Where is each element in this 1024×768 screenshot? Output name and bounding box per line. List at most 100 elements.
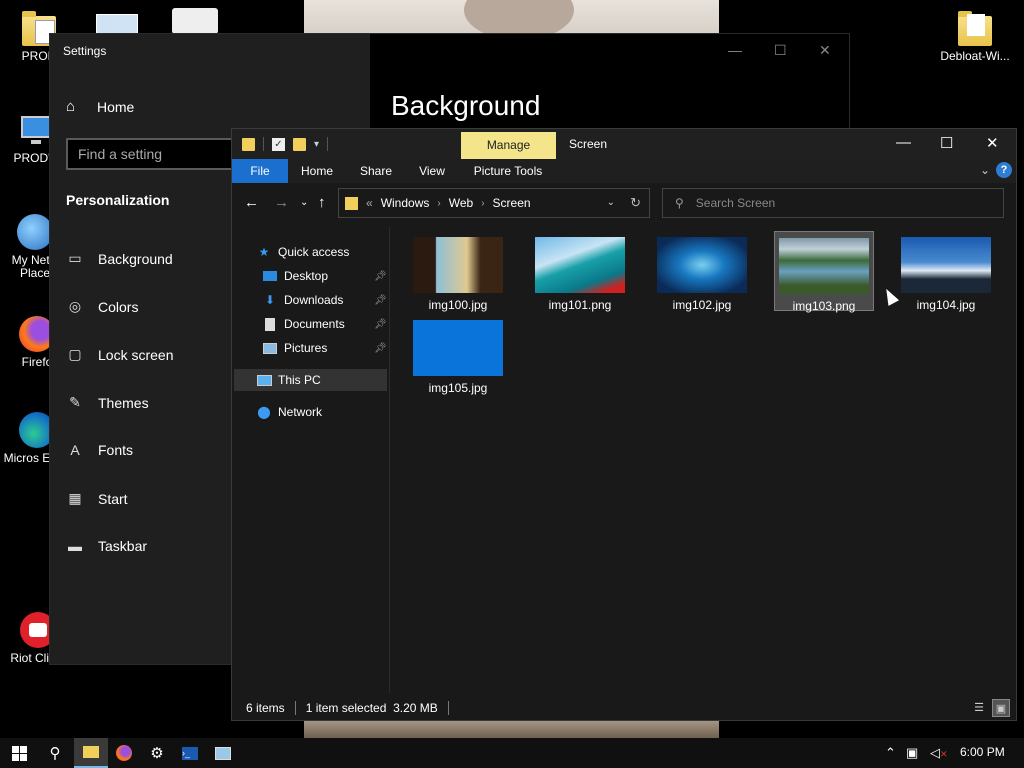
settings-nav-start[interactable]: ▦ Start [66,490,127,507]
navigation-pane: ★ Quick access Desktop 📌︎ ⬇ Downloads 📌︎ D… [232,227,390,693]
file-item[interactable]: img104.jpg [896,231,996,312]
nav-pictures[interactable]: Pictures 📌︎ [262,337,387,359]
settings-nav-colors[interactable]: ◎ Colors [66,298,139,315]
start-icon: ▦ [68,490,82,506]
new-folder-icon[interactable] [293,137,306,151]
taskbar-powershell[interactable]: ›_ [173,738,207,768]
explorer-maximize-button[interactable]: ☐ [940,134,953,152]
taskbar-firefox[interactable] [107,738,141,768]
up-button[interactable]: ↑ [318,194,326,211]
file-item-selected[interactable]: img103.png [774,231,874,313]
nav-documents[interactable]: Documents 📌︎ [262,313,387,335]
show-hidden-icons-chevron-icon[interactable]: ⌃ [885,745,896,761]
pin-icon[interactable]: 📌︎ [374,343,387,354]
breadcrumb-web[interactable]: Web [449,196,473,210]
file-item[interactable]: img101.png [530,231,630,312]
control-panel-icon [215,746,231,760]
back-button[interactable]: ← [244,194,259,211]
start-button[interactable] [2,738,36,768]
taskbar: ⚲ ⚙ ›_ ⌃ ▣ ◁✕ 6:00 PM [0,738,1024,768]
network-places-icon [17,214,53,250]
settings-home[interactable]: ⌂ Home [66,98,134,115]
navigation-bar: ← → ⌄ ↑ « Windows › Web › Screen ⌄ ↻ ⚲ S… [232,183,1016,223]
tab-picture-tools[interactable]: Picture Tools [468,159,548,183]
item-count: 6 items [246,701,285,715]
help-icon[interactable]: ? [996,162,1012,178]
properties-icon[interactable]: ✓ [272,137,285,151]
breadcrumb-windows[interactable]: Windows [381,196,430,210]
star-icon: ★ [258,245,270,259]
refresh-icon[interactable]: ↻ [630,195,641,211]
taskbar-settings[interactable]: ⚙ [140,738,174,768]
tab-file[interactable]: File [232,159,288,183]
folder-icon [242,137,255,151]
picture-icon: ▭ [68,250,82,266]
manage-context-tab[interactable]: Manage [461,132,556,159]
taskbar-icon: ▬ [68,538,82,554]
nav-this-pc[interactable]: This PC [234,369,387,391]
settings-nav-background[interactable]: ▭ Background [66,250,172,267]
search-button[interactable]: ⚲ [38,738,72,768]
expand-ribbon-icon[interactable]: ⌄ [980,163,990,177]
taskbar-control-panel[interactable] [206,738,240,768]
settings-close-button[interactable]: ✕ [819,42,831,59]
address-bar[interactable]: « Windows › Web › Screen ⌄ ↻ [338,188,650,218]
image-thumbnail [413,320,503,376]
tab-share[interactable]: Share [352,159,400,183]
documents-icon [262,317,278,331]
nav-network[interactable]: ⬤ Network [256,401,322,423]
taskbar-file-explorer[interactable] [74,738,108,768]
tab-home[interactable]: Home [292,159,342,183]
forward-button[interactable]: → [274,194,289,211]
details-view-icon[interactable]: ☰ [970,699,988,717]
explorer-titlebar[interactable]: ✓ ▾ Manage Screen — ☐ ✕ [232,129,1016,159]
folder-icon [957,10,993,46]
explorer-close-button[interactable]: ✕ [986,134,999,152]
nav-downloads[interactable]: ⬇ Downloads 📌︎ [262,289,387,311]
file-explorer-window[interactable]: ✓ ▾ Manage Screen — ☐ ✕ File Home Share … [231,128,1017,721]
customize-toolbar-icon[interactable]: ▾ [314,139,319,150]
settings-nav-fonts[interactable]: A Fonts [66,442,133,458]
explorer-minimize-button[interactable]: — [896,134,911,151]
address-dropdown-icon[interactable]: ⌄ [607,197,615,208]
file-item[interactable]: img102.jpg [652,231,752,312]
settings-nav-themes[interactable]: ✎ Themes [66,394,148,411]
pin-icon[interactable]: 📌︎ [374,271,387,282]
settings-maximize-button[interactable]: ☐ [774,42,787,59]
downloads-icon: ⬇ [264,293,276,307]
desktop-icon-partial-2[interactable] [172,8,218,34]
file-item[interactable]: img100.jpg [408,231,508,312]
wallpaper-bottom [304,720,719,738]
tab-view[interactable]: View [410,159,454,183]
file-explorer-icon [83,746,99,758]
search-icon: ⚲ [49,745,61,762]
chevron-right-icon[interactable]: › [481,198,484,209]
wallpaper-top [304,0,719,40]
desktop-icon-debloat[interactable]: Debloat-Wi... [937,10,1013,63]
chevron-right-icon[interactable]: › [437,198,440,209]
nav-quick-access[interactable]: ★ Quick access [256,241,350,263]
recent-locations-button[interactable]: ⌄ [300,197,308,208]
search-box[interactable]: ⚲ Search Screen [662,188,1004,218]
settings-nav-taskbar[interactable]: ▬ Taskbar [66,538,147,554]
address-overflow[interactable]: « [366,196,373,210]
settings-section-title: Personalization [66,192,170,208]
settings-nav-lock-screen[interactable]: ▢ Lock screen [66,346,173,363]
folder-icon [345,196,358,210]
settings-title: Settings [63,44,107,58]
desktop-icon [262,269,278,283]
network-icon: ⬤ [257,405,271,419]
breadcrumb-screen[interactable]: Screen [493,196,531,210]
pin-icon[interactable]: 📌︎ [374,295,387,306]
fonts-icon: A [70,442,80,458]
file-item[interactable]: img105.jpg [408,314,508,395]
volume-muted-icon[interactable]: ◁✕ [930,745,948,761]
themes-icon: ✎ [69,394,81,410]
taskbar-clock[interactable]: 6:00 PM [960,745,1005,759]
network-status-icon[interactable]: ▣ [906,745,918,761]
windows-logo-icon [11,745,27,761]
nav-desktop[interactable]: Desktop 📌︎ [262,265,387,287]
settings-minimize-button[interactable]: — [728,42,742,58]
large-icons-view-icon[interactable]: ▣ [992,699,1010,717]
pin-icon[interactable]: 📌︎ [374,319,387,330]
